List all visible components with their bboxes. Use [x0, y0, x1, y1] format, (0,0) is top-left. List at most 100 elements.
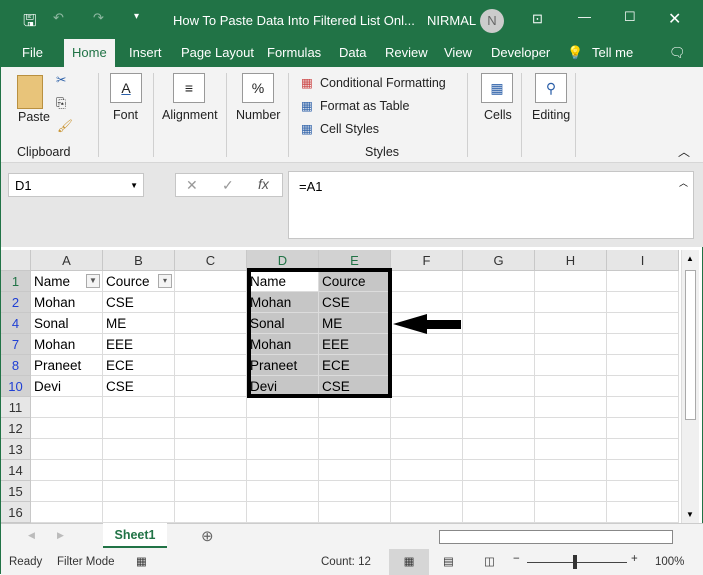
cell-G14[interactable] — [463, 460, 535, 481]
tab-review[interactable]: Review — [385, 45, 428, 60]
cell-C11[interactable] — [175, 397, 247, 418]
cell-B4[interactable]: ME — [103, 313, 175, 334]
cell-I14[interactable] — [607, 460, 679, 481]
cell-E12[interactable] — [319, 418, 391, 439]
cell-I11[interactable] — [607, 397, 679, 418]
cell-A2[interactable]: Mohan — [31, 292, 103, 313]
avatar[interactable]: N — [480, 9, 504, 33]
prev-sheet-icon[interactable]: ◀ — [28, 530, 35, 541]
cell-A4[interactable]: Sonal — [31, 313, 103, 334]
cell-F13[interactable] — [391, 439, 463, 460]
cell-I12[interactable] — [607, 418, 679, 439]
name-box[interactable]: D1 ▼ — [8, 173, 144, 197]
cancel-icon[interactable]: ✕ — [186, 177, 198, 194]
select-all[interactable] — [1, 250, 31, 271]
normal-view-icon[interactable]: ▦ — [389, 549, 429, 575]
page-break-view-icon[interactable]: ◫ — [484, 554, 495, 568]
redo-icon[interactable]: ↷ — [93, 10, 104, 26]
cells-icon[interactable]: ▦ — [481, 73, 513, 103]
cell-D12[interactable] — [247, 418, 319, 439]
cell-H4[interactable] — [535, 313, 607, 334]
cell-F15[interactable] — [391, 481, 463, 502]
enter-icon[interactable]: ✓ — [222, 177, 234, 194]
cell-H2[interactable] — [535, 292, 607, 313]
zoom-slider-thumb[interactable] — [573, 555, 577, 569]
cell-G16[interactable] — [463, 502, 535, 523]
cell-C8[interactable] — [175, 355, 247, 376]
cell-H15[interactable] — [535, 481, 607, 502]
cell-G4[interactable] — [463, 313, 535, 334]
paste-icon[interactable] — [17, 75, 43, 109]
macro-record-icon[interactable]: ▦ — [136, 554, 147, 568]
cell-D15[interactable] — [247, 481, 319, 502]
cell-E11[interactable] — [319, 397, 391, 418]
cell-F16[interactable] — [391, 502, 463, 523]
cell-I1[interactable] — [607, 271, 679, 292]
cell-I2[interactable] — [607, 292, 679, 313]
zoom-out-icon[interactable]: − — [513, 553, 520, 565]
minimize-icon[interactable]: — — [578, 9, 591, 24]
row-header[interactable]: 15 — [1, 481, 31, 502]
number-icon[interactable]: % — [242, 73, 274, 103]
tab-formulas[interactable]: Formulas — [267, 45, 321, 60]
cell-G15[interactable] — [463, 481, 535, 502]
cell-A11[interactable] — [31, 397, 103, 418]
cell-A14[interactable] — [31, 460, 103, 481]
row-header[interactable]: 10 — [1, 376, 31, 397]
format-as-table-button[interactable]: Format as Table — [320, 99, 409, 113]
cell-B1[interactable]: Cource ▾ — [103, 271, 175, 292]
cell-I7[interactable] — [607, 334, 679, 355]
tab-view[interactable]: View — [444, 45, 472, 60]
cell-G2[interactable] — [463, 292, 535, 313]
cell-A8[interactable]: Praneet — [31, 355, 103, 376]
cell-B12[interactable] — [103, 418, 175, 439]
cell-I13[interactable] — [607, 439, 679, 460]
cell-A7[interactable]: Mohan — [31, 334, 103, 355]
tab-home[interactable]: Home — [64, 39, 115, 67]
cell-G7[interactable] — [463, 334, 535, 355]
column-header-A[interactable]: A — [31, 250, 103, 271]
cell-H14[interactable] — [535, 460, 607, 481]
cell-H13[interactable] — [535, 439, 607, 460]
cell-A15[interactable] — [31, 481, 103, 502]
cell-G8[interactable] — [463, 355, 535, 376]
format-painter-icon[interactable]: 🖌 — [57, 119, 73, 134]
cell-F2[interactable] — [391, 292, 463, 313]
cell-F10[interactable] — [391, 376, 463, 397]
tab-page-layout[interactable]: Page Layout — [181, 45, 254, 60]
cell-C13[interactable] — [175, 439, 247, 460]
cell-B14[interactable] — [103, 460, 175, 481]
zoom-slider[interactable] — [527, 562, 627, 563]
editing-button[interactable]: Editing — [532, 108, 570, 122]
insert-function-icon[interactable]: fx — [258, 176, 269, 192]
cell-styles-button[interactable]: Cell Styles — [320, 122, 379, 136]
cell-B16[interactable] — [103, 502, 175, 523]
collapse-ribbon-icon[interactable]: ︿ — [678, 143, 690, 160]
cell-F11[interactable] — [391, 397, 463, 418]
cell-H10[interactable] — [535, 376, 607, 397]
row-header[interactable]: 13 — [1, 439, 31, 460]
cell-H7[interactable] — [535, 334, 607, 355]
expand-formula-icon[interactable]: ︿ — [679, 176, 688, 189]
next-sheet-icon[interactable]: ▶ — [57, 530, 64, 541]
cell-H16[interactable] — [535, 502, 607, 523]
cell-B10[interactable]: CSE — [103, 376, 175, 397]
tab-file[interactable]: File — [22, 45, 43, 60]
cell-G1[interactable] — [463, 271, 535, 292]
scroll-down-icon[interactable]: ▼ — [686, 510, 694, 519]
cell-A10[interactable]: Devi — [31, 376, 103, 397]
cells-button[interactable]: Cells — [484, 108, 512, 122]
cell-B2[interactable]: CSE — [103, 292, 175, 313]
search-icon[interactable]: ⚲ — [535, 73, 567, 103]
cell-B11[interactable] — [103, 397, 175, 418]
maximize-icon[interactable]: ☐ — [624, 9, 636, 25]
cell-G10[interactable] — [463, 376, 535, 397]
cell-H11[interactable] — [535, 397, 607, 418]
ribbon-display-icon[interactable]: ⊡ — [532, 11, 543, 27]
paste-button[interactable]: Paste — [18, 110, 50, 124]
row-header[interactable]: 14 — [1, 460, 31, 481]
cell-D11[interactable] — [247, 397, 319, 418]
cell-D14[interactable] — [247, 460, 319, 481]
filter-dropdown-icon[interactable]: ▾ — [158, 274, 172, 288]
row-header[interactable]: 16 — [1, 502, 31, 523]
